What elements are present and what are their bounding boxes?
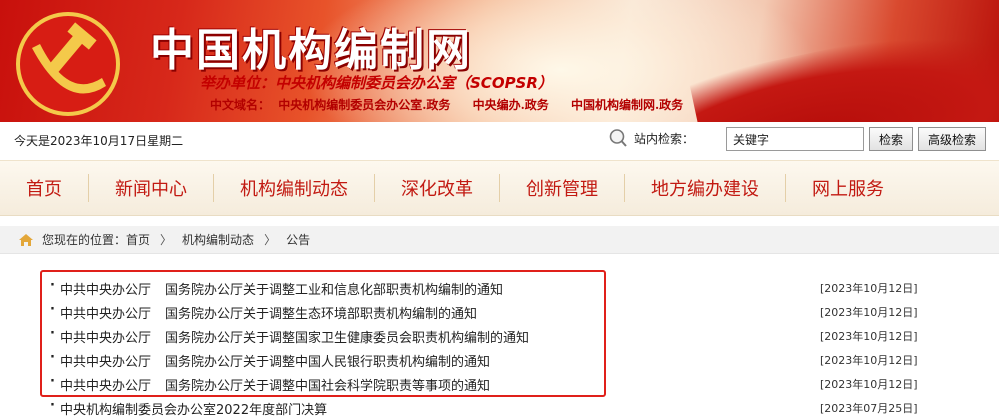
list-item-org: 中共中央办公厅	[60, 354, 152, 370]
bullet: ·	[50, 374, 55, 389]
domain-names: 中文域名： 中央机构编制委员会办公室.政务 中央编办.政务 中国机构编制网.政务	[210, 96, 701, 113]
list-item-date: [2023年10月12日]	[820, 378, 918, 391]
info-bar: 今天是2023年10月17日星期二 站内检索： 检索 高级检索	[0, 122, 999, 158]
list-item-link[interactable]: 中共中央办公厅 国务院办公厅关于调整生态环境部职责机构编制的通知	[60, 303, 477, 322]
nav-news[interactable]: 新闻中心	[89, 173, 213, 203]
nav-local[interactable]: 地方编办建设	[625, 173, 785, 203]
list-item: · 中共中央办公厅 国务院办公厅关于调整工业和信息化部职责机构编制的通知 [202…	[0, 276, 999, 300]
list-item-link[interactable]: 中共中央办公厅 国务院办公厅关于调整中国人民银行职责机构编制的通知	[60, 351, 490, 370]
bullet: ·	[50, 302, 55, 317]
list-item: · 中共中央办公厅 国务院办公厅关于调整生态环境部职责机构编制的通知 [2023年…	[0, 300, 999, 324]
list-item-date: [2023年10月12日]	[820, 330, 918, 343]
domain-3[interactable]: 中国机构编制网.政务	[571, 98, 683, 112]
party-emblem-icon	[16, 12, 120, 116]
list-item-date: [2023年10月12日]	[820, 354, 918, 367]
domain-2[interactable]: 中央编办.政务	[473, 98, 549, 112]
list-item: · 中央机构编制委员会办公室2022年度部门决算 [2023年07月25日]	[0, 396, 999, 417]
domain-1[interactable]: 中央机构编制委员会办公室.政务	[278, 98, 450, 112]
list-item: · 中共中央办公厅 国务院办公厅关于调整国家卫生健康委员会职责机构编制的通知 [2…	[0, 324, 999, 348]
search-button[interactable]: 检索	[869, 127, 913, 151]
nav-innovation[interactable]: 创新管理	[500, 173, 624, 203]
list-item-org: 中共中央办公厅	[60, 378, 152, 394]
search-label-group: 站内检索：	[608, 128, 694, 148]
breadcrumb-separator: 〉	[264, 233, 277, 247]
list-item-title: 中央机构编制委员会办公室2022年度部门决算	[60, 402, 328, 417]
nav-reform[interactable]: 深化改革	[375, 173, 499, 203]
magnifier-icon	[609, 129, 627, 147]
list-item-link[interactable]: 中共中央办公厅 国务院办公厅关于调整国家卫生健康委员会职责机构编制的通知	[60, 327, 529, 346]
home-icon	[19, 233, 33, 246]
list-item-org: 中共中央办公厅	[60, 306, 152, 322]
list-item-title: 国务院办公厅关于调整工业和信息化部职责机构编制的通知	[165, 282, 504, 298]
bullet: ·	[50, 350, 55, 365]
main-nav: 首页 新闻中心 机构编制动态 深化改革 创新管理 地方编办建设 网上服务	[0, 160, 999, 216]
list-item-date: [2023年07月25日]	[820, 402, 918, 415]
nav-org-dynamics[interactable]: 机构编制动态	[214, 173, 374, 203]
current-date: 今天是2023年10月17日星期二	[14, 134, 184, 148]
list-item-title: 国务院办公厅关于调整生态环境部职责机构编制的通知	[165, 306, 478, 322]
site-banner: 中国机构编制网 举办单位：中央机构编制委员会办公室（SCOPSR） 中文域名： …	[0, 0, 999, 122]
list-item-link[interactable]: 中共中央办公厅 国务院办公厅关于调整中国社会科学院职责等事项的通知	[60, 375, 490, 394]
search-input[interactable]	[726, 127, 864, 151]
list-item-link[interactable]: 中共中央办公厅 国务院办公厅关于调整工业和信息化部职责机构编制的通知	[60, 279, 503, 298]
bullet: ·	[50, 326, 55, 341]
advanced-search-button[interactable]: 高级检索	[918, 127, 986, 151]
breadcrumb-prefix: 您现在的位置：	[42, 233, 127, 247]
sponsor-text: 举办单位：中央机构编制委员会办公室（SCOPSR）	[200, 74, 553, 92]
breadcrumb-separator: 〉	[160, 233, 173, 247]
domains-label: 中文域名：	[210, 98, 271, 112]
list-item-org: 中共中央办公厅	[60, 330, 152, 346]
bullet: ·	[50, 278, 55, 293]
breadcrumb-notice[interactable]: 公告	[286, 231, 310, 248]
nav-home[interactable]: 首页	[0, 173, 88, 203]
breadcrumb: 您现在的位置： 首页 〉 机构编制动态 〉 公告	[0, 226, 999, 254]
list-item: · 中共中央办公厅 国务院办公厅关于调整中国社会科学院职责等事项的通知 [2023…	[0, 372, 999, 396]
nav-online-service[interactable]: 网上服务	[786, 173, 910, 203]
list-item-title: 国务院办公厅关于调整中国人民银行职责机构编制的通知	[165, 354, 491, 370]
bullet: ·	[50, 398, 55, 413]
list-item-date: [2023年10月12日]	[820, 282, 918, 295]
site-title: 中国机构编制网	[150, 25, 472, 76]
breadcrumb-home[interactable]: 首页	[126, 231, 150, 248]
list-item: · 中共中央办公厅 国务院办公厅关于调整中国人民银行职责机构编制的通知 [2023…	[0, 348, 999, 372]
list-item-date: [2023年10月12日]	[820, 306, 918, 319]
search-label: 站内检索：	[634, 131, 695, 146]
list-item-org: 中共中央办公厅	[60, 282, 152, 298]
list-item-title: 国务院办公厅关于调整中国社会科学院职责等事项的通知	[165, 378, 491, 394]
list-item-link[interactable]: 中央机构编制委员会办公室2022年度部门决算	[60, 399, 327, 417]
list-item-title: 国务院办公厅关于调整国家卫生健康委员会职责机构编制的通知	[165, 330, 530, 346]
breadcrumb-org-dynamics[interactable]: 机构编制动态	[182, 231, 254, 248]
